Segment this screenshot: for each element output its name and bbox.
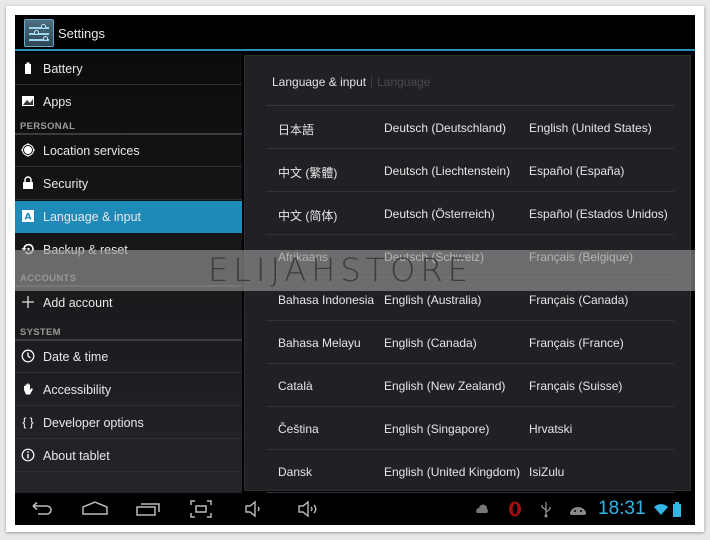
language-option[interactable]: 中文 (繁體) xyxy=(278,164,337,181)
language-option[interactable]: Español (España) xyxy=(529,164,624,178)
language-option[interactable]: Bahasa Melayu xyxy=(278,336,361,350)
screenshot-icon[interactable] xyxy=(189,499,213,519)
sidebar-item-developer-options[interactable]: { } Developer options xyxy=(15,407,242,439)
section-header-system: SYSTEM xyxy=(20,327,61,338)
language-row: Dansk English (United Kingdom) IsiZulu xyxy=(266,450,674,493)
clock-icon xyxy=(21,349,35,363)
location-icon xyxy=(21,143,35,157)
sidebar-item-security[interactable]: Security xyxy=(15,168,242,200)
sidebar-item-battery[interactable]: Battery xyxy=(15,53,242,85)
status-clock: 18:31 xyxy=(598,498,646,519)
wifi-icon xyxy=(654,504,668,515)
battery-icon xyxy=(21,61,35,75)
plus-icon xyxy=(21,295,35,309)
recent-apps-icon[interactable] xyxy=(135,499,161,519)
system-navigation-bar: 18:31 xyxy=(15,493,695,525)
language-option[interactable]: Bahasa Indonesia xyxy=(278,293,374,307)
language-option[interactable]: Español (Estados Unidos) xyxy=(529,207,668,221)
language-option[interactable]: English (United States) xyxy=(529,121,652,135)
language-row: Bahasa Melayu English (Canada) Français (F… xyxy=(266,321,674,364)
sidebar-item-location-services[interactable]: Location services xyxy=(15,135,242,167)
app-title: Settings xyxy=(58,26,105,41)
info-icon xyxy=(21,448,35,462)
sidebar-item-date-time[interactable]: Date & time xyxy=(15,341,242,373)
apps-icon xyxy=(21,94,35,108)
volume-down-icon[interactable] xyxy=(243,499,265,519)
language-row: Català English (New Zealand) Français (Sui… xyxy=(266,364,674,407)
language-option[interactable]: Deutsch (Liechtenstein) xyxy=(384,164,510,178)
language-option[interactable]: English (Singapore) xyxy=(384,422,489,436)
language-option[interactable]: Dansk xyxy=(278,465,312,479)
language-row: 中文 (繁體) Deutsch (Liechtenstein) Español (E… xyxy=(266,149,674,192)
language-option[interactable]: Français (Suisse) xyxy=(529,379,622,393)
sidebar-item-accessibility[interactable]: Accessibility xyxy=(15,374,242,406)
usb-icon xyxy=(541,502,551,518)
sidebar-item-about-tablet[interactable]: About tablet xyxy=(15,440,242,472)
settings-sliders-icon[interactable] xyxy=(24,19,54,47)
back-icon[interactable] xyxy=(29,499,55,519)
lock-icon xyxy=(21,176,35,190)
language-option[interactable]: Français (France) xyxy=(529,336,624,350)
sidebar-item-add-account[interactable]: Add account xyxy=(15,287,242,319)
language-icon: A xyxy=(21,209,35,223)
language-option[interactable]: Català xyxy=(278,379,313,393)
language-option[interactable]: English (United Kingdom) xyxy=(384,465,520,479)
language-option[interactable]: Hrvatski xyxy=(529,422,572,436)
language-row: 中文 (简体) Deutsch (Österreich) Español (Esta… xyxy=(266,192,674,235)
breadcrumb: Language & input Language xyxy=(272,75,430,89)
battery-icon xyxy=(673,502,681,517)
watermark-banner: ELIJAHSTORE xyxy=(15,250,695,291)
braces-icon: { } xyxy=(22,415,34,429)
language-option[interactable]: English (Australia) xyxy=(384,293,481,307)
action-bar: Settings xyxy=(15,15,695,51)
language-option[interactable]: Čeština xyxy=(278,422,319,436)
language-option[interactable]: IsiZulu xyxy=(529,465,564,479)
sidebar-item-apps[interactable]: Apps xyxy=(15,86,242,118)
opera-icon xyxy=(509,501,521,517)
sidebar-item-language-input[interactable]: A Language & input xyxy=(15,201,242,233)
language-row: Čeština English (Singapore) Hrvatski xyxy=(266,407,674,450)
hand-icon xyxy=(21,382,35,396)
language-option[interactable]: English (Canada) xyxy=(384,336,477,350)
language-row: 日本語 Deutsch (Deutschland) English (United … xyxy=(266,106,674,149)
breadcrumb-parent[interactable]: Language & input xyxy=(272,75,366,89)
language-option[interactable]: English (New Zealand) xyxy=(384,379,505,393)
language-option[interactable]: Deutsch (Deutschland) xyxy=(384,121,506,135)
language-option[interactable]: Deutsch (Österreich) xyxy=(384,207,495,221)
language-option[interactable]: Français (Canada) xyxy=(529,293,628,307)
home-icon[interactable] xyxy=(81,499,109,519)
language-option[interactable]: 日本語 xyxy=(278,121,314,138)
weather-icon xyxy=(476,504,488,513)
volume-up-icon[interactable] xyxy=(296,499,320,519)
svg-text:A: A xyxy=(25,213,32,223)
section-header-personal: PERSONAL xyxy=(20,121,76,132)
android-debug-icon xyxy=(570,507,586,515)
breadcrumb-separator xyxy=(371,75,373,89)
language-option[interactable]: 中文 (简体) xyxy=(278,207,337,224)
breadcrumb-current: Language xyxy=(377,75,431,89)
